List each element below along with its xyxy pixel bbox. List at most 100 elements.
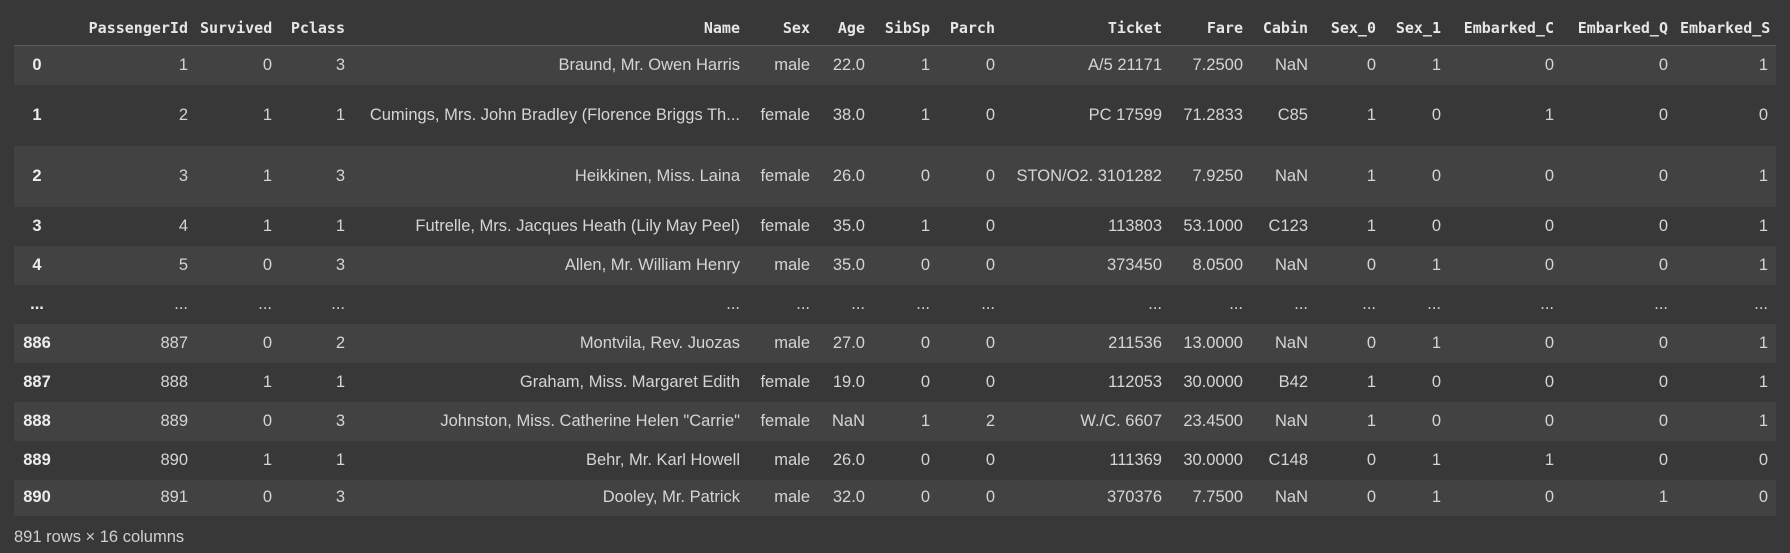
column-header: Sex_0 <box>1316 10 1384 46</box>
table-cell: 3 <box>335 166 345 185</box>
table-cell: 1 <box>1758 255 1768 274</box>
table-cell: 3 <box>335 55 345 74</box>
table-cell: ... <box>851 294 865 313</box>
table-cell: 1 <box>1366 166 1376 185</box>
column-header: Sex_1 <box>1384 10 1449 46</box>
table-cell: 3 <box>178 166 188 185</box>
row-index-cell: 4 <box>32 255 42 274</box>
table-cell: 0 <box>1758 450 1768 469</box>
column-header: Age <box>818 10 873 46</box>
table-cell: 30.0000 <box>1183 372 1243 391</box>
row-index-cell: 0 <box>32 55 42 74</box>
table-cell: 1 <box>335 105 345 124</box>
table-header-row: PassengerId Survived Pclass Name Sex Age SibSp… <box>14 10 1776 46</box>
row-index-cell: 3 <box>32 216 42 235</box>
table-cell: 0 <box>1431 411 1441 430</box>
table-cell: male <box>774 55 810 74</box>
table-cell: 1 <box>335 450 345 469</box>
table-cell: Braund, Mr. Owen Harris <box>558 55 740 74</box>
table-cell: 0 <box>920 488 930 506</box>
table-cell: ... <box>331 294 345 313</box>
table-cell: 0 <box>920 372 930 391</box>
table-cell: 113803 <box>1108 216 1162 235</box>
table-row: ........................................… <box>14 284 1776 324</box>
table-cell: Behr, Mr. Karl Howell <box>585 450 740 469</box>
table-cell: 1 <box>262 105 272 124</box>
table-cell: ... <box>1540 294 1554 313</box>
table-cell: 1 <box>335 372 345 391</box>
table-cell: NaN <box>1274 255 1308 274</box>
column-header: PassengerId <box>64 10 196 46</box>
table-cell: Futrelle, Mrs. Jacques Heath (Lily May P… <box>415 216 740 235</box>
dataframe-table: PassengerId Survived Pclass Name Sex Age SibSp… <box>14 10 1776 516</box>
table-cell: 1 <box>1544 105 1554 124</box>
table-cell: ... <box>1294 294 1308 313</box>
table-cell: 1 <box>1431 55 1441 74</box>
table-cell: 1 <box>1658 488 1668 506</box>
table-cell: female <box>760 216 810 235</box>
table-cell: 1 <box>920 55 930 74</box>
column-header: SibSp <box>873 10 938 46</box>
table-cell: 0 <box>262 411 272 430</box>
column-header: Pclass <box>280 10 353 46</box>
table-cell: ... <box>1362 294 1376 313</box>
table-cell: ... <box>174 294 188 313</box>
table-cell: 0 <box>1544 372 1554 391</box>
table-cell: 0 <box>920 255 930 274</box>
table-cell: Heikkinen, Miss. Laina <box>574 166 740 185</box>
table-cell: 0 <box>985 488 995 506</box>
table-cell: 1 <box>920 105 930 124</box>
table-cell: 35.0 <box>832 216 865 235</box>
column-header: Ticket <box>1003 10 1170 46</box>
table-cell: 0 <box>920 166 930 185</box>
table-row: 3 4 1 1 Futrelle, Mrs. Jacques Heath (Lily M… <box>14 206 1776 246</box>
table-cell: A/5 21171 <box>1087 55 1162 74</box>
table-cell: 0 <box>985 372 995 391</box>
table-cell: 8.0500 <box>1192 255 1243 274</box>
table-cell: Johnston, Miss. Catherine Helen "Carrie" <box>440 411 740 430</box>
table-cell: female <box>760 372 810 391</box>
table-cell: 1 <box>1544 450 1554 469</box>
table-cell: 0 <box>1366 255 1376 274</box>
table-cell: 1 <box>178 55 188 74</box>
table-cell: 0 <box>1658 105 1668 124</box>
table-cell: NaN <box>1274 411 1308 430</box>
table-cell: 0 <box>262 488 272 506</box>
table-cell: 38.0 <box>832 105 865 124</box>
table-cell: 0 <box>985 216 995 235</box>
table-cell: female <box>760 166 810 185</box>
table-cell: 0 <box>262 333 272 352</box>
table-cell: 2 <box>985 411 995 430</box>
table-cell: ... <box>1754 294 1768 313</box>
table-cell: NaN <box>1274 488 1308 506</box>
table-cell: 888 <box>160 372 188 391</box>
table-cell: 1 <box>1431 450 1441 469</box>
table-cell: 0 <box>1658 372 1668 391</box>
table-cell: 0 <box>1658 333 1668 352</box>
table-cell: 0 <box>1658 166 1668 185</box>
table-cell: NaN <box>1274 166 1308 185</box>
table-cell: 0 <box>1366 333 1376 352</box>
table-row: 2 3 1 3 Heikkinen, Miss. Laina female 26.0 0 0 ST… <box>14 145 1776 207</box>
table-cell: 1 <box>1431 488 1441 506</box>
table-cell: 0 <box>1544 488 1554 506</box>
table-cell: NaN <box>1274 55 1308 74</box>
column-header: Sex <box>748 10 818 46</box>
column-header: Survived <box>196 10 280 46</box>
table-cell: 1 <box>1366 372 1376 391</box>
table-cell: 0 <box>1544 333 1554 352</box>
column-header: Fare <box>1170 10 1251 46</box>
table-cell: male <box>774 255 810 274</box>
table-cell: ... <box>1427 294 1441 313</box>
table-cell: 1 <box>262 216 272 235</box>
table-cell: 26.0 <box>832 166 865 185</box>
table-cell: C123 <box>1268 216 1308 235</box>
row-index-cell: 887 <box>23 372 51 391</box>
table-row: 889 890 1 1 Behr, Mr. Karl Howell male 26.0 0 0 1… <box>14 440 1776 480</box>
row-index-cell: 889 <box>23 450 51 469</box>
table-cell: 370376 <box>1106 488 1162 506</box>
column-header: Embarked_Q <box>1562 10 1676 46</box>
table-cell: 13.0000 <box>1183 333 1243 352</box>
table-cell: 7.7500 <box>1192 488 1243 506</box>
table-cell: 0 <box>1544 55 1554 74</box>
